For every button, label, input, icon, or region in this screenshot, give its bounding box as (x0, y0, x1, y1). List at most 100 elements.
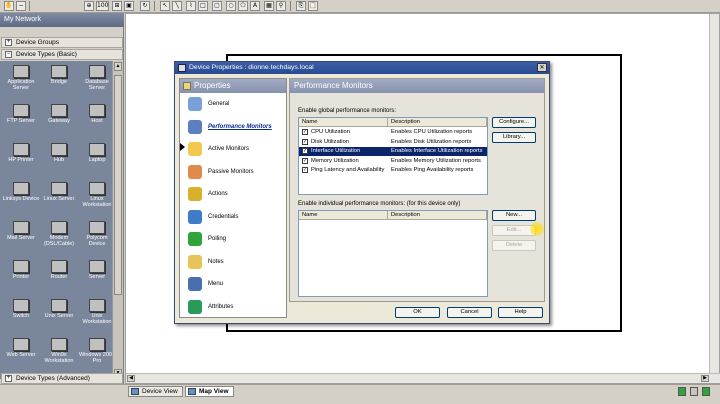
device-type-item[interactable]: Windows 2000 Pro (78, 338, 112, 368)
device-type-item[interactable]: Application Server (2, 65, 40, 95)
device-type-item[interactable]: Gateway (40, 104, 78, 134)
monitor-row[interactable]: ✓ CPU Utilization Enables CPU Utilization … (299, 128, 487, 137)
pin-icon[interactable]: ⚲ (276, 1, 286, 11)
nav-item-credentials[interactable]: Credentials (186, 208, 286, 228)
zoom-level-display[interactable]: 100 (96, 1, 109, 11)
nav-item-label: Polling (208, 236, 227, 242)
help-button[interactable]: Help (498, 307, 543, 318)
device-type-item[interactable]: HP Printer (2, 143, 40, 173)
monitor-checkbox[interactable]: ✓ (302, 138, 308, 145)
monitor-checkbox[interactable]: ✓ (302, 129, 308, 135)
delete-button[interactable]: Delete (492, 240, 536, 251)
copy-icon[interactable]: ⎘ (296, 1, 306, 11)
configure-button[interactable]: Configure... (492, 117, 536, 128)
zoom-area-icon[interactable]: ⊞ (112, 1, 122, 11)
device-type-item[interactable]: Win9x Workstation (40, 338, 78, 368)
text-icon[interactable]: A (250, 1, 260, 11)
device-type-item[interactable]: FTP Server (2, 104, 40, 134)
line-icon[interactable]: ╲ (172, 1, 182, 11)
device-type-item[interactable]: Linksys Device (2, 182, 40, 212)
scroll-right-icon[interactable]: ▶ (701, 375, 709, 382)
global-monitors-list[interactable]: Name Description ✓ CPU Utilization Enables… (298, 117, 488, 195)
column-description[interactable]: Description (388, 211, 487, 220)
attributes-icon (188, 299, 202, 314)
cancel-button[interactable]: Cancel (447, 307, 492, 318)
device-type-item[interactable]: Linux Server (40, 182, 78, 212)
tab-device-view[interactable]: Device View (128, 386, 183, 397)
nav-item-passive-monitors[interactable]: Passive Monitors (186, 163, 286, 183)
rectangle-icon[interactable]: □ (198, 1, 208, 11)
device-type-item[interactable]: Printer (2, 260, 40, 290)
network-status-icon[interactable] (702, 387, 710, 396)
device-groups-header[interactable]: + Device Groups (1, 37, 123, 48)
nav-item-active-monitors[interactable]: Active Monitors (186, 140, 286, 160)
scroll-left-icon[interactable]: ◀ (127, 375, 135, 382)
ok-button[interactable]: OK (395, 307, 440, 318)
individual-monitors-list[interactable]: Name Description (298, 210, 488, 297)
monitor-checkbox[interactable]: ✓ (302, 167, 308, 173)
expand-icon[interactable]: + (5, 39, 12, 46)
tab-map-view[interactable]: Map View (185, 386, 234, 397)
column-description[interactable]: Description (388, 118, 487, 127)
monitor-checkbox[interactable]: ✓ (302, 148, 308, 154)
monitor-checkbox[interactable]: ✓ (302, 157, 308, 164)
device-type-item[interactable]: Linux Workstation (78, 182, 112, 212)
nav-item-notes[interactable]: Notes (186, 253, 286, 273)
device-type-item[interactable]: Modem (DSL/Cable) (40, 221, 78, 251)
polyline-icon[interactable]: ⌇ (186, 1, 196, 11)
device-type-item[interactable]: Web Server (2, 338, 40, 368)
device-type-item[interactable]: Laptop (78, 143, 112, 173)
monitor-description: Enables Disk Utilization reports (391, 138, 472, 145)
monitor-row[interactable]: ✓ Interface Utilization Enables Interface … (299, 147, 487, 156)
device-type-item[interactable]: Bridge (40, 65, 78, 95)
hand-tool-icon[interactable]: ✋ (4, 1, 14, 11)
column-name[interactable]: Name (299, 118, 388, 127)
select-arrow-icon[interactable]: ↖ (160, 1, 170, 11)
nav-item-menu[interactable]: Menu (186, 275, 286, 295)
device-type-item[interactable]: Host (78, 104, 112, 134)
device-types-advanced-header[interactable]: + Device Types (Advanced) (1, 373, 123, 384)
nav-item-attributes[interactable]: Attributes (186, 298, 286, 318)
scrollbar-thumb[interactable] (114, 75, 122, 295)
status-ok-icon[interactable] (678, 387, 686, 396)
device-type-item[interactable]: Database Server (78, 65, 112, 95)
palette-scrollbar[interactable]: ▲ ▼ (112, 61, 123, 379)
collapse-icon[interactable]: − (5, 51, 12, 58)
device-type-item[interactable]: Server (78, 260, 112, 290)
polygon-icon[interactable]: ⬠ (238, 1, 248, 11)
nav-item-general[interactable]: General (186, 95, 286, 115)
device-type-item[interactable]: Mail Server (2, 221, 40, 251)
device-types-basic-header[interactable]: − Device Types (Basic) (1, 49, 123, 60)
column-name[interactable]: Name (299, 211, 388, 220)
close-icon[interactable]: ✕ (537, 63, 547, 72)
device-type-item[interactable]: Switch (2, 299, 40, 329)
paste-icon[interactable]: 📋 (308, 1, 318, 11)
fit-icon[interactable]: ▣ (124, 1, 134, 11)
refresh-icon[interactable]: ↻ (140, 1, 150, 11)
device-type-item[interactable]: Polycom Device (78, 221, 112, 251)
map-vertical-scrollbar[interactable] (709, 14, 719, 374)
dialog-title-bar[interactable]: Device Properties : dionne.techdays.loca… (175, 62, 549, 74)
device-type-item[interactable]: Hub (40, 143, 78, 173)
nav-item-actions[interactable]: Actions (186, 185, 286, 205)
refresh-status-icon[interactable] (690, 387, 698, 396)
zoom-out-icon[interactable]: − (16, 1, 26, 11)
device-type-item[interactable]: Router (40, 260, 78, 290)
device-icon (13, 143, 29, 156)
zoom-in-icon[interactable]: ⊕ (84, 1, 94, 11)
expand-icon[interactable]: + (5, 375, 12, 382)
monitor-row[interactable]: ✓ Memory Utilization Enables Memory Utiliz… (299, 157, 487, 166)
device-type-item[interactable]: Unix Workstation (78, 299, 112, 329)
library-button[interactable]: Library... (492, 132, 536, 143)
device-type-item[interactable]: Unix Server (40, 299, 78, 329)
map-horizontal-scrollbar[interactable]: ◀ ▶ (126, 373, 720, 383)
rounded-rect-icon[interactable]: ▢ (212, 1, 222, 11)
nav-item-polling[interactable]: Polling (186, 230, 286, 250)
new-button[interactable]: New... (492, 210, 536, 221)
scroll-up-icon[interactable]: ▲ (114, 62, 122, 71)
monitor-row[interactable]: ✓ Ping Latency and Availability Enables Pi… (299, 166, 487, 175)
image-icon[interactable]: ▦ (264, 1, 274, 11)
nav-item-performance-monitors[interactable]: Performance Monitors (186, 118, 286, 138)
monitor-row[interactable]: ✓ Disk Utilization Enables Disk Utilizatio… (299, 138, 487, 147)
ellipse-icon[interactable]: ○ (226, 1, 236, 11)
